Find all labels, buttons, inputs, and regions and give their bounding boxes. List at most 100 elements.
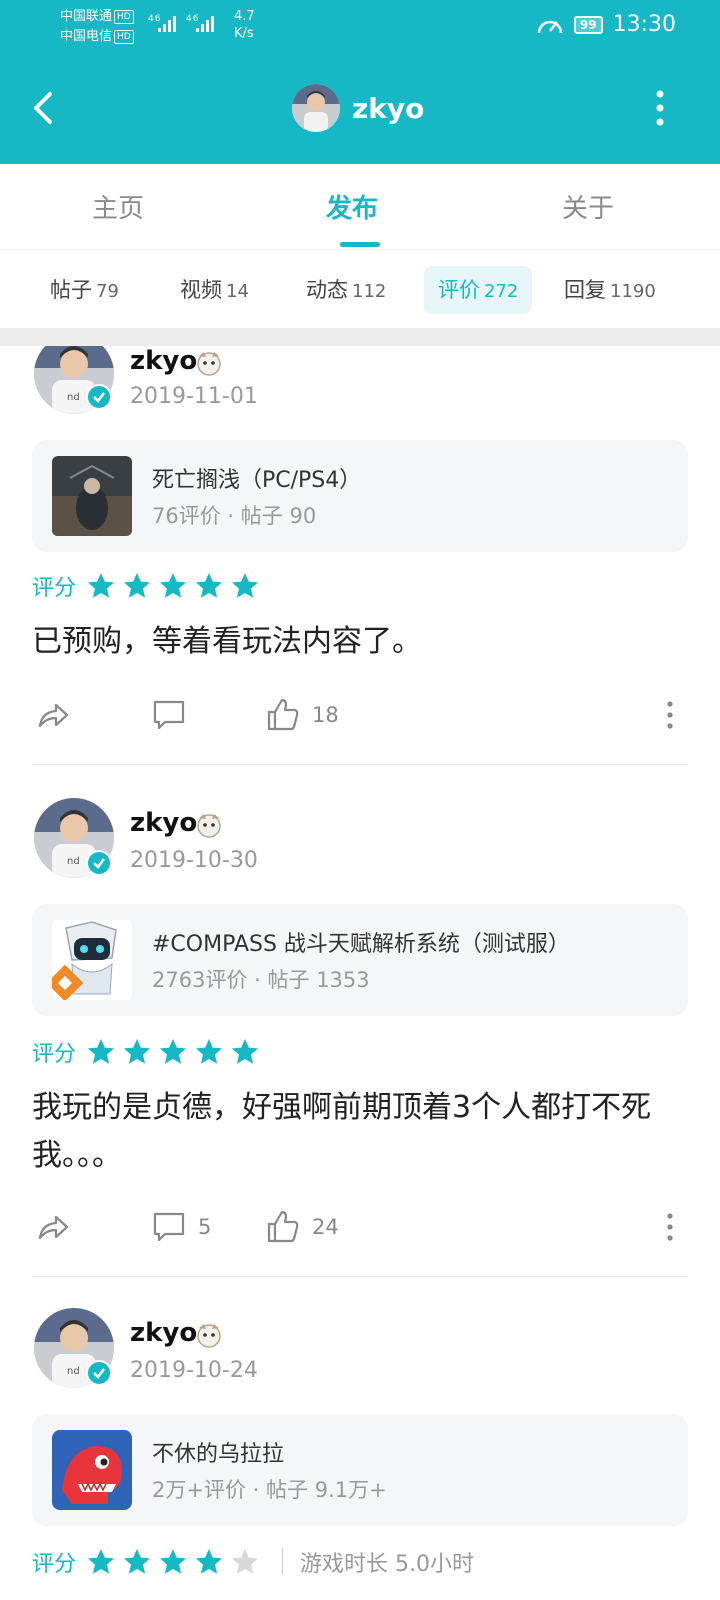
username[interactable]: zkyo — [130, 1318, 197, 1348]
share-button[interactable] — [34, 690, 72, 740]
rating-label: 评分 — [32, 576, 77, 601]
post-date: 2019-11-01 — [130, 384, 258, 409]
profile-header[interactable]: zkyo — [292, 84, 424, 132]
main-tabs: 主页 发布 关于 — [0, 164, 720, 250]
svg-text:nd: nd — [67, 856, 80, 867]
carrier-2: 中国电信 — [60, 29, 113, 44]
rating-label: 评分 — [32, 1042, 77, 1067]
post-date: 2019-10-24 — [130, 1358, 258, 1383]
post-date: 2019-10-30 — [130, 848, 258, 873]
tab-about[interactable]: 关于 — [562, 188, 614, 225]
star-filled-icon — [232, 1039, 259, 1064]
card-divider — [32, 764, 688, 765]
share-icon — [38, 1215, 69, 1240]
game-card[interactable]: 不休的乌拉拉 2万+评价 · 帖子 9.1万+ — [32, 1414, 688, 1526]
action-bar: 18 — [0, 690, 720, 740]
tab-publish[interactable]: 发布 — [326, 188, 378, 225]
content-filter-tabs: 帖子 79 视频 14 动态 112 评价 272 回复 1190 — [0, 250, 720, 328]
subtab-reviews[interactable]: 评价 272 — [424, 266, 533, 314]
game-card[interactable]: 死亡搁浅（PC/PS4） 76评价 · 帖子 90 — [32, 440, 688, 552]
post-more-button[interactable] — [664, 1210, 676, 1244]
like-button[interactable]: 18 — [264, 690, 339, 740]
game-cover-image — [52, 456, 132, 536]
status-right: 99 13:30 — [536, 12, 676, 37]
star-filled-icon — [160, 1039, 187, 1064]
thumbs-up-icon — [267, 698, 299, 731]
thumbs-up-icon — [267, 1210, 299, 1243]
verified-icon — [86, 850, 112, 876]
star-filled-icon — [160, 1549, 187, 1574]
level-badge-icon — [194, 1320, 224, 1350]
clock: 13:30 — [612, 12, 676, 37]
review-card: nd zkyo 2019-11-01 死亡搁浅（PC/PS4） 76评价 · 帖… — [0, 346, 720, 784]
section-divider — [0, 328, 720, 346]
back-button[interactable] — [26, 84, 66, 132]
star-filled-icon — [196, 573, 223, 598]
game-stats: 76评价 · 帖子 90 — [152, 504, 317, 528]
top-app-bar: 中国联通 HD 中国电信 HD 46 46 4.7 K/s 99 13:30 z… — [0, 0, 720, 164]
subtab-replies[interactable]: 回复 1190 — [550, 266, 670, 314]
review-feed: nd zkyo 2019-11-01 死亡搁浅（PC/PS4） 76评价 · 帖… — [0, 346, 720, 1600]
comment-button[interactable] — [150, 690, 198, 740]
game-stats: 2万+评价 · 帖子 9.1万+ — [152, 1478, 387, 1502]
more-vertical-icon — [656, 90, 664, 126]
game-cover-image — [52, 1430, 132, 1510]
like-button[interactable]: 24 — [264, 1202, 339, 1252]
share-button[interactable] — [34, 1202, 72, 1252]
svg-text:nd: nd — [67, 1366, 80, 1377]
level-badge-icon — [194, 348, 224, 378]
game-title: 不休的乌拉拉 — [152, 1442, 285, 1467]
review-card: nd zkyo 2019-10-30 #COMPASS 战斗天赋解析系统（测试服… — [0, 798, 720, 1288]
star-filled-icon — [196, 1039, 223, 1064]
hd-badge: HD — [114, 29, 134, 44]
speedometer-icon — [537, 20, 563, 33]
level-badge-icon — [194, 810, 224, 840]
play-time: 游戏时长 5.0小时 — [300, 1552, 474, 1577]
subtab-moments[interactable]: 动态 112 — [292, 266, 400, 314]
verified-icon — [86, 384, 112, 410]
star-filled-icon — [196, 1549, 223, 1574]
rating: 评分 — [32, 1546, 266, 1578]
signal-icon: 46 46 — [148, 12, 224, 37]
star-filled-icon — [124, 1039, 151, 1064]
avatar[interactable] — [292, 84, 340, 132]
comment-count: 5 — [198, 1215, 212, 1239]
star-empty-icon — [232, 1549, 259, 1574]
network-speed: 4.7 K/s — [234, 9, 255, 41]
hd-badge: HD — [114, 9, 134, 24]
like-count: 18 — [312, 703, 339, 727]
navigation-bar: zkyo — [0, 70, 720, 146]
active-tab-indicator — [340, 242, 380, 247]
star-filled-icon — [124, 573, 151, 598]
comment-button[interactable]: 5 — [150, 1202, 211, 1252]
star-filled-icon — [88, 1549, 115, 1574]
game-title: #COMPASS 战斗天赋解析系统（测试服） — [152, 932, 570, 957]
comment-icon — [153, 700, 185, 730]
game-title: 死亡搁浅（PC/PS4） — [152, 468, 362, 493]
svg-text:nd: nd — [67, 392, 80, 403]
username[interactable]: zkyo — [130, 346, 197, 376]
chevron-left-icon — [34, 92, 52, 124]
post-more-button[interactable] — [664, 698, 676, 732]
share-icon — [38, 703, 69, 728]
like-count: 24 — [312, 1215, 339, 1239]
rating: 评分 — [32, 570, 266, 602]
subtab-videos[interactable]: 视频 14 — [166, 266, 263, 314]
battery-icon: 99 — [573, 15, 603, 34]
card-divider — [32, 1276, 688, 1277]
review-text[interactable]: 已预购，等着看玩法内容了。 — [32, 618, 688, 666]
carrier-info: 中国联通 HD 中国电信 HD — [60, 7, 134, 47]
more-vertical-icon — [667, 1213, 673, 1241]
more-options-button[interactable] — [650, 86, 670, 130]
star-filled-icon — [88, 573, 115, 598]
tab-home[interactable]: 主页 — [92, 188, 144, 225]
game-stats: 2763评价 · 帖子 1353 — [152, 968, 370, 992]
more-vertical-icon — [667, 701, 673, 729]
star-filled-icon — [124, 1549, 151, 1574]
review-text[interactable]: 我玩的是贞德，好强啊前期顶着3个人都打不死我。。。 — [32, 1084, 688, 1180]
game-card[interactable]: #COMPASS 战斗天赋解析系统（测试服） 2763评价 · 帖子 1353 — [32, 904, 688, 1016]
review-card: nd zkyo 2019-10-24 不休的乌拉拉 2万+评价 · 帖子 9.1… — [0, 1308, 720, 1600]
star-filled-icon — [232, 573, 259, 598]
subtab-posts[interactable]: 帖子 79 — [36, 266, 133, 314]
username[interactable]: zkyo — [130, 808, 197, 838]
